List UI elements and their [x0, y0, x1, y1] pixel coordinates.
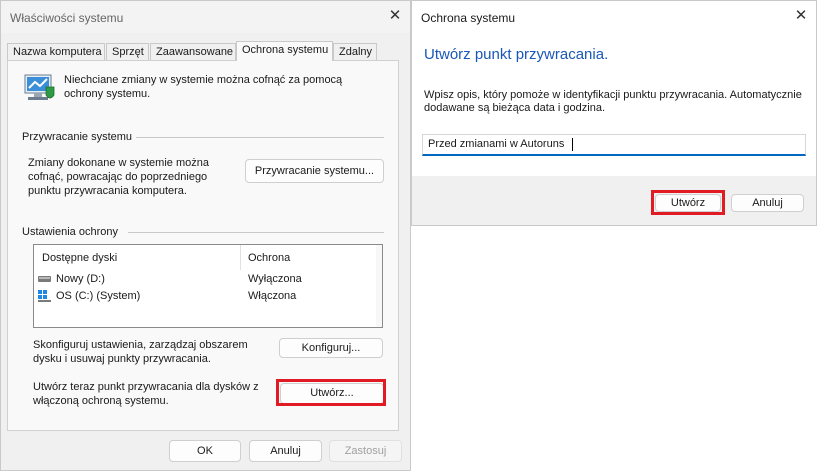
window-title: Właściwości systemu: [10, 11, 124, 25]
drive-protection-status: Włączona: [248, 290, 297, 302]
windows-drive-icon: [38, 290, 51, 302]
restore-section-label: Przywracanie systemu: [22, 131, 133, 143]
dialog-title-bar: Ochrona systemu ✕: [412, 1, 816, 33]
computer-shield-icon: [24, 74, 55, 100]
list-scrollbar[interactable]: [376, 245, 382, 327]
tab-advanced[interactable]: Zaawansowane: [150, 43, 236, 60]
create-button-highlight: [276, 379, 386, 406]
restore-description: Zmiany dokonane w systemie można cofnąć,…: [28, 157, 209, 197]
system-restore-button[interactable]: Przywracanie systemu...: [245, 159, 384, 183]
cancel-button[interactable]: Anuluj: [249, 440, 322, 462]
column-divider: [240, 245, 241, 270]
apply-button: Zastosuj: [329, 440, 402, 462]
tab-computer-name[interactable]: Nazwa komputera: [7, 43, 105, 60]
drives-list[interactable]: Dostępne dyski Ochrona Nowy (D:) Wyłączo…: [33, 244, 383, 328]
text-cursor: [572, 138, 573, 151]
drive-protection-status: Wyłączona: [248, 273, 302, 285]
close-icon[interactable]: ✕: [383, 5, 407, 27]
table-row[interactable]: OS (C:) (System) Włączona: [38, 288, 368, 304]
drive-icon: [38, 276, 51, 282]
drive-name: OS (C:) (System): [56, 290, 141, 302]
dialog-close-icon[interactable]: ✕: [789, 5, 813, 27]
dialog-description: Wpisz opis, który pomoże w identyfikacji…: [424, 89, 802, 114]
configure-button[interactable]: Konfiguruj...: [279, 338, 383, 358]
settings-section-label: Ustawienia ochrony: [22, 226, 118, 238]
ok-button[interactable]: OK: [169, 440, 241, 462]
system-properties-window: Właściwości systemu ✕ Nazwa komputera Sp…: [0, 0, 411, 471]
tab-system-protection[interactable]: Ochrona systemu: [236, 41, 333, 61]
table-row[interactable]: Nowy (D:) Wyłączona: [38, 271, 368, 287]
restore-point-description-input[interactable]: Przed zmianami w Autoruns: [422, 134, 806, 156]
intro-text: Niechciane zmiany w systemie można cofną…: [64, 74, 343, 100]
dialog-title: Ochrona systemu: [421, 11, 516, 25]
configure-description: Skonfiguruj ustawienia, zarządzaj obszar…: [33, 339, 248, 365]
tab-remote[interactable]: Zdalny: [333, 43, 377, 60]
input-value: Przed zmianami w Autoruns: [428, 138, 565, 150]
restore-section-divider: [136, 137, 384, 138]
dialog-create-button-highlight: [651, 190, 725, 215]
create-restore-point-dialog: Ochrona systemu ✕ Utwórz punkt przywraca…: [411, 0, 817, 226]
title-bar: Właściwości systemu ✕: [1, 1, 410, 33]
settings-section-divider: [128, 232, 384, 233]
drive-name: Nowy (D:): [56, 273, 105, 285]
dialog-cancel-button[interactable]: Anuluj: [731, 194, 804, 212]
tab-hardware[interactable]: Sprzęt: [106, 43, 149, 60]
dialog-heading: Utwórz punkt przywracania.: [424, 46, 609, 63]
system-protection-panel: Niechciane zmiany w systemie można cofną…: [7, 60, 399, 431]
column-header-protection[interactable]: Ochrona: [248, 252, 290, 264]
create-description: Utwórz teraz punkt przywracania dla dysk…: [33, 381, 259, 407]
column-header-drives[interactable]: Dostępne dyski: [42, 252, 117, 264]
